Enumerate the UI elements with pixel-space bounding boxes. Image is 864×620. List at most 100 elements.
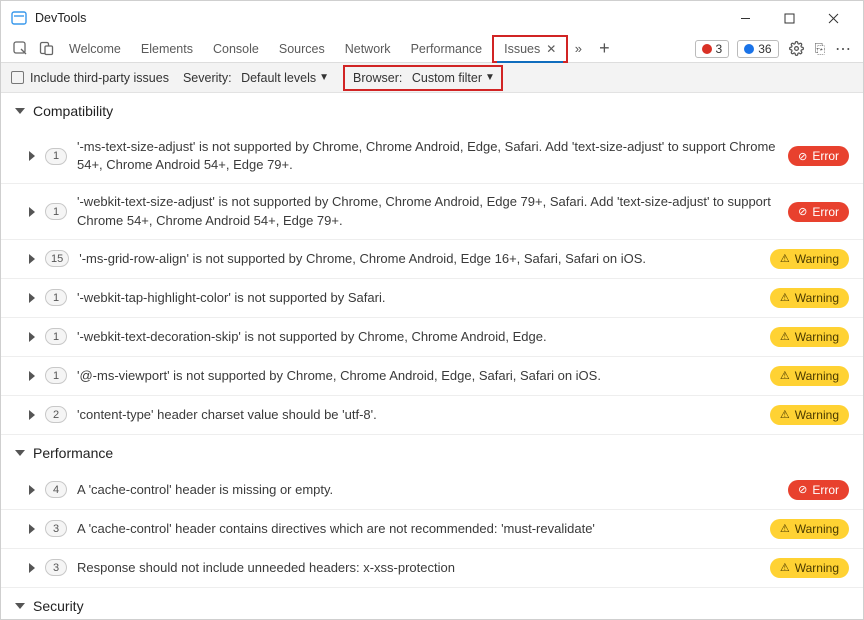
issue-row[interactable]: 1 '-webkit-tap-highlight-color' is not su… bbox=[1, 279, 863, 318]
tab-network[interactable]: Network bbox=[335, 35, 401, 63]
issue-row[interactable]: 1 '-ms-text-size-adjust' is not supported… bbox=[1, 129, 863, 184]
status-badge: ⚠Warning bbox=[770, 249, 849, 269]
issue-row[interactable]: 15 '-ms-grid-row-align' is not supported … bbox=[1, 240, 863, 279]
status-badge: ⊘Error bbox=[788, 480, 849, 500]
device-emulation-icon[interactable] bbox=[33, 36, 59, 62]
chevron-right-icon bbox=[29, 207, 35, 217]
status-badge: ⊘Error bbox=[788, 202, 849, 222]
error-icon: ⊘ bbox=[798, 483, 807, 496]
chevron-right-icon bbox=[29, 332, 35, 342]
section-header[interactable]: Performance bbox=[1, 435, 863, 471]
window-title: DevTools bbox=[35, 11, 86, 25]
count-badge: 3 bbox=[45, 559, 67, 576]
issue-text: '-webkit-tap-highlight-color' is not sup… bbox=[77, 289, 760, 307]
count-badge: 2 bbox=[45, 406, 67, 423]
section-header[interactable]: Security bbox=[1, 588, 863, 619]
more-tabs-chevron-icon[interactable]: » bbox=[568, 41, 588, 56]
issue-text: 'content-type' header charset value shou… bbox=[77, 406, 760, 424]
chevron-right-icon bbox=[29, 485, 35, 495]
new-tab-button[interactable]: + bbox=[594, 38, 614, 59]
issue-text: '-webkit-text-decoration-skip' is not su… bbox=[77, 328, 760, 346]
tab-issues-label: Issues bbox=[504, 42, 540, 56]
main-toolbar: Welcome Elements Console Sources Network… bbox=[1, 35, 863, 63]
close-icon[interactable]: ✕ bbox=[546, 42, 556, 56]
info-counter[interactable]: 36 bbox=[737, 40, 778, 58]
warning-icon: ⚠ bbox=[780, 291, 790, 304]
error-icon: ⊘ bbox=[798, 205, 807, 218]
chevron-down-icon bbox=[15, 108, 25, 114]
chevron-right-icon bbox=[29, 563, 35, 573]
browser-filter-dropdown[interactable]: Browser: Custom filter ▼ bbox=[343, 65, 503, 91]
count-badge: 1 bbox=[45, 203, 67, 220]
error-dot-icon bbox=[702, 44, 712, 54]
section-header[interactable]: Compatibility bbox=[1, 93, 863, 129]
issue-row[interactable]: 3 Response should not include unneeded he… bbox=[1, 549, 863, 588]
chevron-down-icon: ▼ bbox=[319, 72, 329, 83]
minimize-button[interactable] bbox=[723, 4, 767, 32]
error-icon: ⊘ bbox=[798, 150, 807, 163]
info-dot-icon bbox=[744, 44, 754, 54]
count-badge: 4 bbox=[45, 481, 67, 498]
issue-row[interactable]: 2 'content-type' header charset value sho… bbox=[1, 396, 863, 435]
chevron-down-icon: ▼ bbox=[485, 72, 495, 83]
count-badge: 1 bbox=[45, 367, 67, 384]
chevron-right-icon bbox=[29, 254, 35, 264]
tab-console[interactable]: Console bbox=[203, 35, 269, 63]
chevron-right-icon bbox=[29, 151, 35, 161]
chevron-down-icon bbox=[15, 450, 25, 456]
tab-welcome[interactable]: Welcome bbox=[59, 35, 131, 63]
close-button[interactable] bbox=[811, 4, 855, 32]
issue-row[interactable]: 3 A 'cache-control' header contains direc… bbox=[1, 510, 863, 549]
status-badge: ⚠Warning bbox=[770, 558, 849, 578]
warning-icon: ⚠ bbox=[780, 408, 790, 421]
include-thirdparty-toggle[interactable]: Include third-party issues bbox=[11, 71, 169, 85]
chevron-right-icon bbox=[29, 410, 35, 420]
issue-row[interactable]: 1 '-webkit-text-size-adjust' is not suppo… bbox=[1, 184, 863, 239]
error-counter[interactable]: 3 bbox=[695, 40, 730, 58]
maximize-button[interactable] bbox=[767, 4, 811, 32]
tab-sources[interactable]: Sources bbox=[269, 35, 335, 63]
status-badge: ⚠Warning bbox=[770, 519, 849, 539]
devtools-icon bbox=[11, 10, 27, 26]
count-badge: 1 bbox=[45, 328, 67, 345]
warning-icon: ⚠ bbox=[780, 369, 790, 382]
issues-list[interactable]: Compatibility 1 '-ms-text-size-adjust' is … bbox=[1, 93, 863, 619]
chevron-right-icon bbox=[29, 293, 35, 303]
section-title: Compatibility bbox=[33, 103, 113, 119]
issues-filterbar: Include third-party issues Severity: Def… bbox=[1, 63, 863, 93]
tab-elements[interactable]: Elements bbox=[131, 35, 203, 63]
status-badge: ⚠Warning bbox=[770, 288, 849, 308]
titlebar: DevTools bbox=[1, 1, 863, 35]
status-badge: ⚠Warning bbox=[770, 366, 849, 386]
count-badge: 1 bbox=[45, 148, 67, 165]
issue-text: Response should not include unneeded hea… bbox=[77, 559, 760, 577]
issue-text: A 'cache-control' header is missing or e… bbox=[77, 481, 778, 499]
warning-icon: ⚠ bbox=[780, 522, 790, 535]
inspect-icon[interactable] bbox=[7, 36, 33, 62]
issue-row[interactable]: 1'@-ms-viewport' is not supported by Chr… bbox=[1, 357, 863, 396]
issue-row[interactable]: 4 A 'cache-control' header is missing or … bbox=[1, 471, 863, 510]
tab-issues[interactable]: Issues ✕ bbox=[492, 35, 568, 63]
section-title: Security bbox=[33, 598, 84, 614]
chevron-right-icon bbox=[29, 524, 35, 534]
warning-icon: ⚠ bbox=[780, 252, 790, 265]
warning-icon: ⚠ bbox=[780, 561, 790, 574]
customize-icon[interactable]: ⎘ bbox=[815, 41, 825, 57]
issue-text: A 'cache-control' header contains direct… bbox=[77, 520, 760, 538]
chevron-right-icon bbox=[29, 371, 35, 381]
count-badge: 1 bbox=[45, 289, 67, 306]
issue-row[interactable]: 1 '-webkit-text-decoration-skip' is not s… bbox=[1, 318, 863, 357]
checkbox-icon bbox=[11, 71, 24, 84]
settings-icon[interactable] bbox=[787, 41, 807, 56]
issue-text: '-ms-grid-row-align' is not supported by… bbox=[79, 250, 760, 268]
chevron-down-icon bbox=[15, 603, 25, 609]
status-badge: ⊘Error bbox=[788, 146, 849, 166]
more-options-icon[interactable]: ⋯ bbox=[833, 39, 853, 59]
tab-performance[interactable]: Performance bbox=[401, 35, 493, 63]
status-badge: ⚠Warning bbox=[770, 327, 849, 347]
count-badge: 3 bbox=[45, 520, 67, 537]
issue-text: '-webkit-text-size-adjust' is not suppor… bbox=[77, 193, 778, 229]
count-badge: 15 bbox=[45, 250, 69, 267]
severity-dropdown[interactable]: Severity: Default levels ▼ bbox=[183, 71, 329, 85]
issue-text: '-ms-text-size-adjust' is not supported … bbox=[77, 138, 778, 174]
